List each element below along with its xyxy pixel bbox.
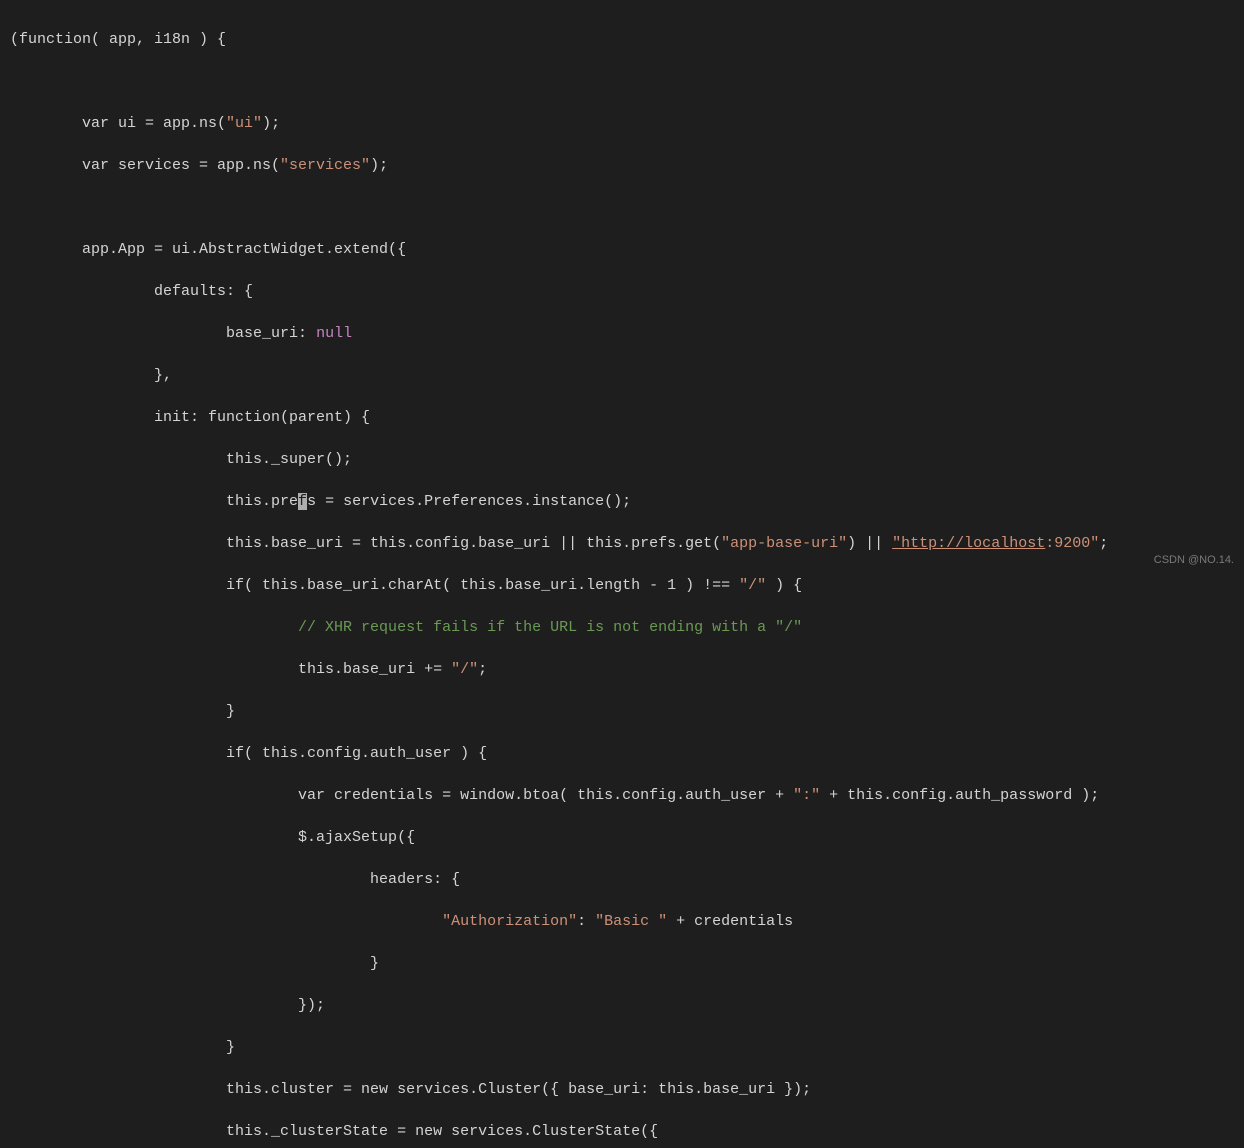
watermark-text: CSDN @NO.14. (1154, 553, 1234, 568)
code-line (10, 197, 1234, 218)
code-line: } (10, 701, 1234, 722)
code-line: this.prefs = services.Preferences.instan… (10, 491, 1234, 512)
code-line: this.cluster = new services.Cluster({ ba… (10, 1079, 1234, 1100)
code-line: var services = app.ns("services"); (10, 155, 1234, 176)
code-editor[interactable]: (function( app, i18n ) { var ui = app.ns… (10, 8, 1234, 1148)
code-line: } (10, 1037, 1234, 1058)
code-line: var credentials = window.btoa( this.conf… (10, 785, 1234, 806)
code-line: base_uri: null (10, 323, 1234, 344)
code-line: }); (10, 995, 1234, 1016)
code-line: this._super(); (10, 449, 1234, 470)
code-line: // XHR request fails if the URL is not e… (10, 617, 1234, 638)
code-line: if( this.base_uri.charAt( this.base_uri.… (10, 575, 1234, 596)
code-line: if( this.config.auth_user ) { (10, 743, 1234, 764)
code-line: } (10, 953, 1234, 974)
code-line: app.App = ui.AbstractWidget.extend({ (10, 239, 1234, 260)
code-line: this.base_uri = this.config.base_uri || … (10, 533, 1234, 554)
code-line: $.ajaxSetup({ (10, 827, 1234, 848)
code-line: this.base_uri += "/"; (10, 659, 1234, 680)
code-line: "Authorization": "Basic " + credentials (10, 911, 1234, 932)
code-line: init: function(parent) { (10, 407, 1234, 428)
code-line: defaults: { (10, 281, 1234, 302)
code-line: var ui = app.ns("ui"); (10, 113, 1234, 134)
code-line: this._clusterState = new services.Cluste… (10, 1121, 1234, 1142)
text-cursor: f (298, 493, 307, 510)
code-line (10, 71, 1234, 92)
code-line: }, (10, 365, 1234, 386)
code-line: headers: { (10, 869, 1234, 890)
code-line: (function( app, i18n ) { (10, 29, 1234, 50)
